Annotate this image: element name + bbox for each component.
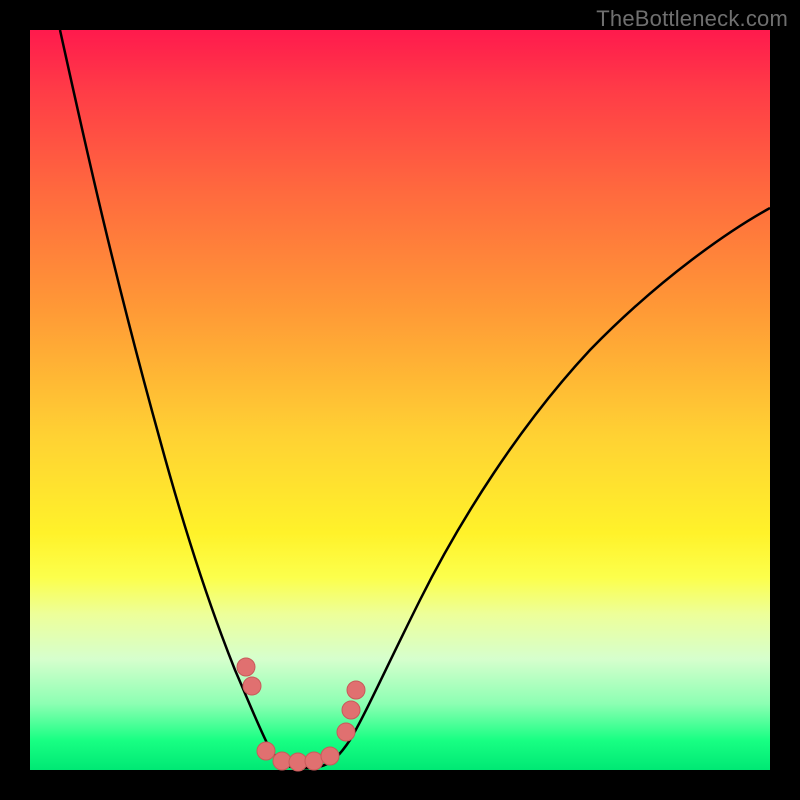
marker-dot: [321, 747, 339, 765]
marker-dot: [337, 723, 355, 741]
bottleneck-curve-path: [60, 30, 770, 768]
marker-dot: [243, 677, 261, 695]
marker-dot: [342, 701, 360, 719]
marker-dot: [289, 753, 307, 771]
chart-svg: [30, 30, 770, 770]
marker-dot: [305, 752, 323, 770]
marker-dot: [347, 681, 365, 699]
marker-dot: [257, 742, 275, 760]
marker-dot: [237, 658, 255, 676]
chart-plot-area: [30, 30, 770, 770]
marker-dot: [273, 752, 291, 770]
marker-group: [237, 658, 365, 771]
chart-frame: TheBottleneck.com: [0, 0, 800, 800]
watermark-text: TheBottleneck.com: [596, 6, 788, 32]
